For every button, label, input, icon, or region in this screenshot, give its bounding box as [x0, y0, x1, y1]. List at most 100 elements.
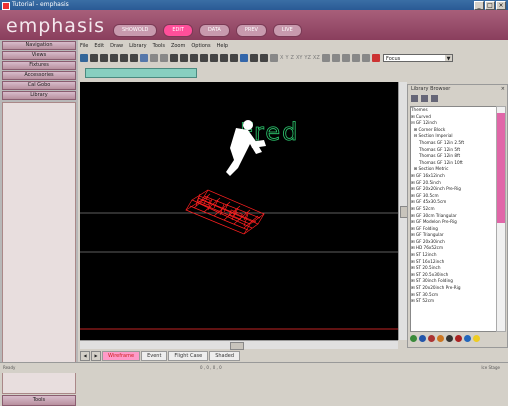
tree-item[interactable]: Thomas GF 12in 8ft: [411, 153, 497, 160]
tree-item[interactable]: ⊟ Section Imperial: [411, 133, 497, 140]
3d-viewport[interactable]: Fred: [80, 82, 398, 340]
tree-item[interactable]: ⊞ GF 30cm Triangular: [411, 213, 497, 220]
library-tool-icon[interactable]: [428, 335, 435, 342]
view-tab[interactable]: Flight Case: [168, 351, 209, 361]
library-tree[interactable]: Themes ⊞ Curved ⊟ GF 12inch ⊞ Corner Block…: [410, 106, 498, 332]
menu-item[interactable]: Edit: [94, 42, 104, 50]
tree-item[interactable]: ⊞ GF Modelon Pre-Rig: [411, 219, 497, 226]
tree-item[interactable]: Thomas GF 12in 2.5ft: [411, 140, 497, 147]
command-input[interactable]: [85, 68, 197, 78]
toolbar-tool-icon[interactable]: [130, 53, 138, 62]
tree-item[interactable]: ⊞ ST 20x20inch Pre-Rig: [411, 285, 497, 292]
sidebar-item-tools[interactable]: Tools: [2, 395, 76, 406]
library-scrollbar[interactable]: [496, 106, 506, 332]
mode-tab[interactable]: PREV: [235, 24, 267, 37]
library-tool-icon[interactable]: [419, 335, 426, 342]
menu-item[interactable]: Options: [191, 42, 210, 50]
toolbar-tool-icon[interactable]: [321, 53, 330, 62]
tree-item[interactable]: ⊞ GF 16x12inch: [411, 173, 497, 180]
toolbar-tool-icon[interactable]: [140, 53, 148, 62]
tree-item[interactable]: ⊞ GF Folding: [411, 226, 497, 233]
view-tab[interactable]: Wireframe: [102, 351, 141, 361]
sidebar-item[interactable]: Fixtures: [2, 61, 76, 70]
tree-item[interactable]: ⊟ GF 12inch: [411, 120, 497, 127]
menu-item[interactable]: Zoom: [171, 42, 185, 50]
menu-item[interactable]: Tools: [153, 42, 165, 50]
toolbar-tool-icon[interactable]: [190, 53, 198, 62]
horizontal-scroll-thumb[interactable]: [230, 342, 244, 350]
sidebar-item[interactable]: Views: [2, 51, 76, 60]
tree-item[interactable]: ⊞ GF 52cm: [411, 206, 497, 213]
toolbar-tool-icon[interactable]: [371, 53, 380, 62]
minimize-button[interactable]: _: [474, 1, 484, 10]
viewport-horizontal-scrollbar[interactable]: [80, 340, 398, 350]
mode-tab[interactable]: EDIT: [163, 24, 193, 37]
toolbar-tool-icon[interactable]: [351, 53, 360, 62]
tree-item[interactable]: ⊞ GF 20.5inch: [411, 180, 497, 187]
menu-item[interactable]: File: [80, 42, 88, 50]
toolbar-tool-icon[interactable]: [80, 53, 88, 62]
tree-item[interactable]: ⊞ ST 30.5cm: [411, 292, 497, 299]
library-tool-icon[interactable]: [437, 335, 444, 342]
tree-item[interactable]: ⊞ ST 12inch: [411, 252, 497, 259]
tree-item[interactable]: ⊞ GF Triangular: [411, 232, 497, 239]
axis-toggle-button[interactable]: XZ: [313, 55, 320, 61]
close-icon[interactable]: ×: [501, 85, 505, 93]
sidebar-item[interactable]: Accessories: [2, 71, 76, 80]
tab-prev-button[interactable]: ◀: [80, 351, 90, 361]
menu-item[interactable]: Help: [217, 42, 228, 50]
tree-item[interactable]: ⊞ GF 20x30inch: [411, 239, 497, 246]
close-button[interactable]: ×: [496, 1, 506, 10]
toolbar-tool-icon[interactable]: [270, 53, 278, 62]
view-tab[interactable]: Event: [141, 351, 168, 361]
sidebar-item[interactable]: Navigation: [2, 41, 76, 50]
toolbar-tool-icon[interactable]: [250, 53, 258, 62]
library-tool-icon[interactable]: [410, 335, 417, 342]
tree-item[interactable]: ⊞ Curved: [411, 114, 497, 121]
tree-item[interactable]: Themes: [411, 107, 497, 114]
library-tool-icon[interactable]: [455, 335, 462, 342]
tree-item[interactable]: ⊞ Section Metric: [411, 166, 497, 173]
library-tool-icon[interactable]: [473, 335, 480, 342]
toolbar-tool-icon[interactable]: [260, 53, 268, 62]
tree-item[interactable]: ⊞ HD 76x52cm: [411, 245, 497, 252]
library-scroll-thumb[interactable]: [497, 113, 505, 223]
toolbar-tool-icon[interactable]: [170, 53, 178, 62]
tree-item[interactable]: Thomas GF 12in 10ft: [411, 160, 497, 167]
library-tool-icon[interactable]: [446, 335, 453, 342]
refresh-icon[interactable]: [421, 94, 428, 102]
toolbar-tool-icon[interactable]: [361, 53, 370, 62]
axis-toggle-button[interactable]: X: [280, 55, 283, 61]
maximize-button[interactable]: □: [485, 1, 495, 10]
toolbar-tool-icon[interactable]: [120, 53, 128, 62]
axis-toggle-button[interactable]: XY: [296, 55, 302, 61]
tree-item[interactable]: Thomas GF 12in 5ft: [411, 147, 497, 154]
axis-toggle-button[interactable]: Z: [291, 55, 294, 61]
toolbar-tool-icon[interactable]: [100, 53, 108, 62]
view-tab[interactable]: Shaded: [209, 351, 241, 361]
toolbar-tool-icon[interactable]: [210, 53, 218, 62]
tree-item[interactable]: ⊞ Corner Block: [411, 127, 497, 134]
tab-next-button[interactable]: ▶: [91, 351, 101, 361]
viewport-vertical-scrollbar[interactable]: [398, 82, 408, 340]
tree-item[interactable]: ⊞ ST 30inch Folding: [411, 278, 497, 285]
toolbar-tool-icon[interactable]: [200, 53, 208, 62]
toolbar-tool-icon[interactable]: [230, 53, 238, 62]
toolbar-tool-icon[interactable]: [160, 53, 168, 62]
toolbar-tool-icon[interactable]: [90, 53, 98, 62]
toolbar-tool-icon[interactable]: [150, 53, 158, 62]
library-tool-icon[interactable]: [464, 335, 471, 342]
tree-item[interactable]: ⊞ ST 20.5inch: [411, 265, 497, 272]
mode-tab[interactable]: SHOWOLD: [113, 24, 158, 37]
tree-item[interactable]: ⊞ GF 45x30.5cm: [411, 199, 497, 206]
toolbar-tool-icon[interactable]: [220, 53, 228, 62]
tree-item[interactable]: ⊞ ST 52cm: [411, 298, 497, 305]
properties-icon[interactable]: [431, 94, 438, 102]
toolbar-tool-icon[interactable]: [180, 53, 188, 62]
folder-icon[interactable]: [411, 94, 418, 102]
axis-toggle-button[interactable]: YZ: [304, 55, 310, 61]
tree-item[interactable]: ⊞ GF 20x20inch Pre-Rig: [411, 186, 497, 193]
tree-item[interactable]: ⊞ ST 16x12inch: [411, 259, 497, 266]
menu-item[interactable]: Draw: [110, 42, 123, 50]
sidebar-item[interactable]: Cal Gobo: [2, 81, 76, 90]
